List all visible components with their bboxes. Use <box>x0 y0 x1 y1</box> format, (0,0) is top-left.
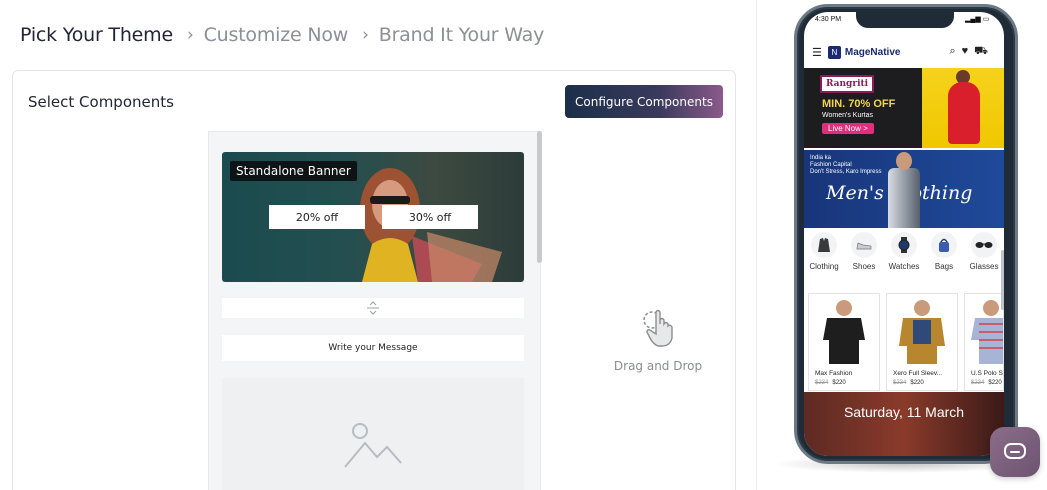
app-bar: ☰ N MageNative ⌕♥⛟ <box>804 36 1004 68</box>
drag-drop-area[interactable]: Drag and Drop <box>603 306 713 373</box>
category-watches[interactable]: Watches <box>886 232 922 284</box>
offer-button-30[interactable]: 30% off <box>382 205 478 229</box>
divider-icon <box>367 301 379 315</box>
category-strip: Clothing Shoes Watches Bags Glasses <box>804 232 1004 284</box>
product-image <box>971 300 1003 364</box>
panel-title: Select Components <box>28 93 174 111</box>
battery-icon: ▭ <box>982 16 990 23</box>
chat-icon <box>1004 443 1026 459</box>
status-bar-time: 4:30 PM <box>815 16 842 23</box>
breadcrumb-step-brand[interactable]: Brand It Your Way <box>379 24 545 46</box>
builder-scrollbar[interactable] <box>537 131 542 263</box>
promo-banner-mens[interactable]: India ka Fashion Capital Don't Stress, K… <box>804 150 1004 228</box>
product-image <box>899 300 945 364</box>
configure-components-button[interactable]: Configure Components <box>565 85 723 118</box>
fashion-capital-caption: India ka Fashion Capital Don't Stress, K… <box>810 155 882 175</box>
chat-button[interactable] <box>990 427 1040 477</box>
category-clothing[interactable]: Clothing <box>806 232 842 284</box>
phone-scrollbar[interactable] <box>1001 250 1004 310</box>
phone-screen[interactable]: ☰ N MageNative ⌕♥⛟ Rangriti MIN. 70% OFF… <box>804 12 1004 456</box>
date-banner[interactable]: Saturday, 11 March <box>804 392 1004 456</box>
promo-model-image <box>922 68 1004 148</box>
live-now-button[interactable]: Live Now > <box>822 123 874 134</box>
jacket-icon <box>811 232 837 258</box>
banner-type-tag: Standalone Banner <box>230 161 357 181</box>
breadcrumb-step-customize[interactable]: Customize Now <box>204 24 349 46</box>
standalone-banner[interactable]: Standalone Banner 20% off 30% off <box>222 152 524 282</box>
watch-icon <box>891 232 917 258</box>
signal-icon: ▂▄▆ <box>965 16 981 23</box>
menu-icon[interactable]: ☰ <box>812 46 822 59</box>
rangriti-logo: Rangriti <box>820 75 875 93</box>
chevron-right-icon: › <box>186 25 194 45</box>
wishlist-icon[interactable]: ♥ <box>962 45 975 57</box>
promo-offer-text: MIN. 70% OFF <box>822 98 896 110</box>
drag-drop-label: Drag and Drop <box>613 359 703 373</box>
offer-button-20[interactable]: 20% off <box>269 205 365 229</box>
shoe-icon <box>851 232 877 258</box>
bag-icon <box>931 232 957 258</box>
product-image <box>823 300 865 364</box>
layout-builder[interactable]: Standalone Banner 20% off 30% off Write … <box>208 131 541 490</box>
breadcrumb-step-pick-theme[interactable]: Pick Your Theme <box>20 24 173 46</box>
components-panel: Select Components Configure Components S… <box>12 70 736 490</box>
message-text-component[interactable]: Write your Message <box>222 335 524 361</box>
product-card[interactable]: Max Fashion $234 $220 <box>808 293 880 391</box>
glasses-icon <box>971 232 997 258</box>
promo-subtitle: Women's Kurtas <box>822 112 874 119</box>
product-card[interactable]: U.S Polo S $234 $220 <box>964 293 1004 391</box>
category-glasses[interactable]: Glasses <box>966 232 1002 284</box>
search-icon[interactable]: ⌕ <box>949 45 961 57</box>
cart-icon[interactable]: ⛟ <box>974 45 994 57</box>
category-bags[interactable]: Bags <box>926 232 962 284</box>
model-image <box>884 150 924 228</box>
promo-banner-kurtas[interactable]: Rangriti MIN. 70% OFF Women's Kurtas Liv… <box>804 68 1004 148</box>
product-row: Max Fashion $234 $220 Xero Full Sleev... … <box>808 293 1004 393</box>
product-card[interactable]: Xero Full Sleev... $234 $220 <box>886 293 958 391</box>
app-brand-name: MageNative <box>844 46 901 58</box>
image-placeholder[interactable] <box>222 378 524 490</box>
date-banner-text: Saturday, 11 March <box>843 404 965 420</box>
chevron-right-icon: › <box>362 25 369 45</box>
breadcrumb: Pick Your Theme › Customize Now › Brand … <box>20 22 544 48</box>
drag-hand-icon <box>643 309 673 347</box>
category-shoes[interactable]: Shoes <box>846 232 882 284</box>
status-bar-icons: ▂▄▆ ▭ <box>965 15 989 23</box>
brand-logo-icon: N <box>827 45 841 59</box>
divider-component[interactable] <box>222 298 524 318</box>
app-bar-actions: ⌕♥⛟ <box>949 45 994 59</box>
phone-notch <box>856 12 954 28</box>
image-icon <box>344 423 402 468</box>
